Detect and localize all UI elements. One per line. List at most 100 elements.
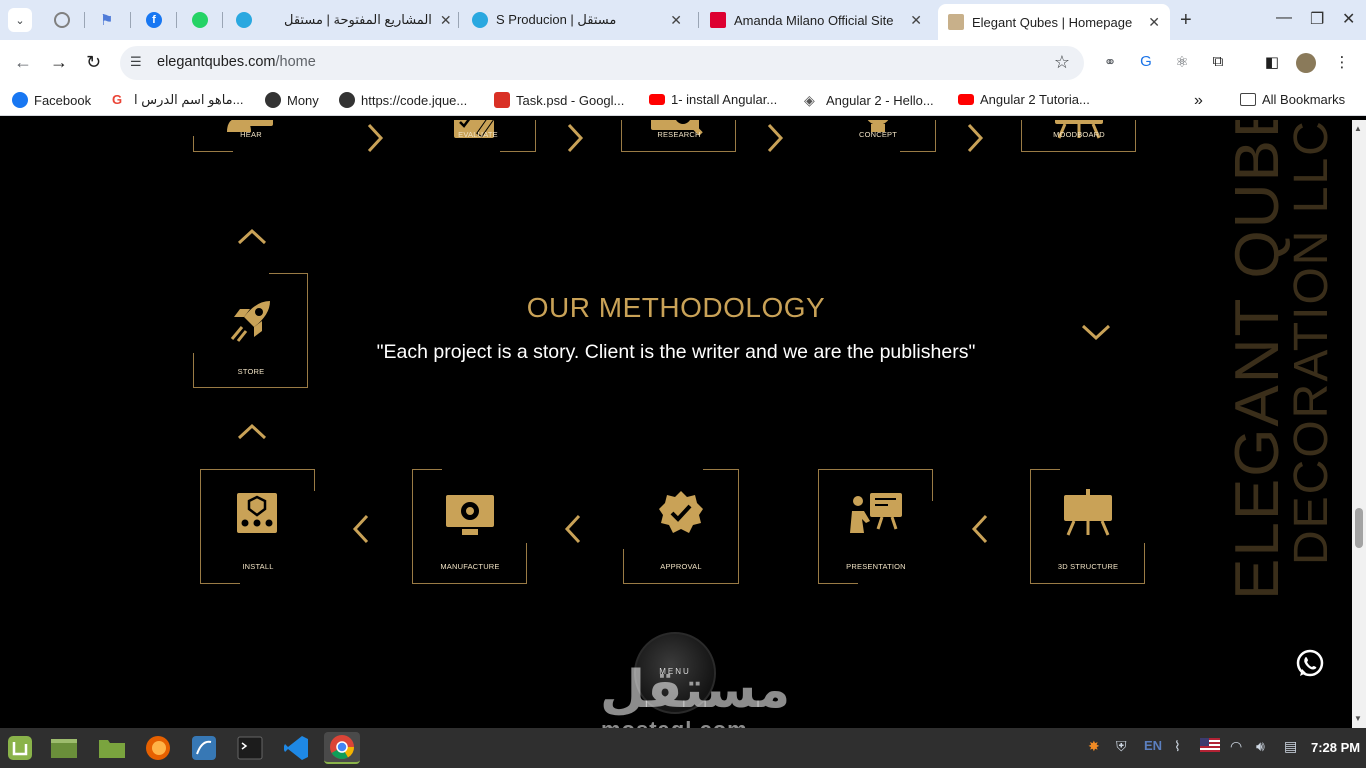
bookmark-angular-tutorial[interactable]: Angular 2 Tutoria...: [958, 92, 1090, 107]
angular-icon: [710, 12, 726, 28]
close-icon[interactable]: ✕: [1148, 14, 1160, 31]
step-concept[interactable]: CONCEPT: [820, 120, 936, 194]
tab-label: S Producion | مستقل: [496, 12, 617, 27]
step-moodboard[interactable]: MOODBOARD: [1021, 120, 1137, 194]
page-scrollbar[interactable]: ▲ ▼: [1352, 120, 1366, 728]
wifi-icon[interactable]: ◠: [1230, 738, 1242, 755]
bookmark-google-lesson[interactable]: G ماهو اسم الدرس ا...: [112, 92, 244, 108]
close-icon[interactable]: ✕: [440, 12, 452, 29]
step-approval[interactable]: APPROVAL: [623, 469, 739, 585]
mysql-workbench-icon[interactable]: [188, 732, 220, 764]
reload-icon[interactable]: ↻: [86, 52, 101, 73]
tab-flag[interactable]: ⚑: [90, 6, 126, 34]
chevron-left-icon: [352, 513, 370, 550]
close-icon[interactable]: ✕: [910, 12, 922, 29]
shield-icon[interactable]: ⛨: [1116, 738, 1127, 755]
step-3d-structure[interactable]: 3D STRUCTURE: [1030, 469, 1146, 585]
scroll-down-icon[interactable]: ▼: [1354, 714, 1362, 723]
vscode-icon[interactable]: [280, 732, 312, 764]
maximize-icon[interactable]: ❐: [1310, 9, 1324, 29]
whatsapp-icon: [192, 12, 208, 28]
step-install[interactable]: INSTALL: [200, 469, 316, 585]
minimize-icon[interactable]: —: [1276, 9, 1292, 27]
step-label: MOODBOARD: [1053, 130, 1105, 139]
profile-avatar[interactable]: [1296, 53, 1316, 73]
install-icon: [237, 493, 277, 533]
tab-chatgpt[interactable]: [44, 6, 80, 34]
step-evaluate[interactable]: EVALUATE: [420, 120, 536, 194]
watermark-arabic: مستقل: [600, 660, 791, 720]
close-icon[interactable]: ✕: [670, 12, 682, 29]
tab-label: Amanda Milano Official Site: [734, 12, 894, 28]
facebook-icon: f: [146, 12, 162, 28]
bookmark-angular-hello[interactable]: ◈ Angular 2 - Hello...: [804, 92, 934, 108]
extensions-puzzle-icon[interactable]: ⧉: [1208, 53, 1228, 73]
scrollbar-thumb[interactable]: [1355, 508, 1363, 548]
update-manager-icon[interactable]: ✸: [1088, 738, 1100, 755]
us-flag-icon[interactable]: [1200, 738, 1220, 755]
manufacture-gear-icon: [446, 495, 494, 535]
bookmark-jquery[interactable]: https://code.jque...: [339, 92, 467, 108]
react-devtools-icon[interactable]: ⚛: [1172, 53, 1192, 73]
chevron-left-icon: [971, 513, 989, 550]
chevron-right-icon: [566, 122, 584, 159]
step-label: STORE: [237, 367, 265, 376]
all-bookmarks-button[interactable]: All Bookmarks: [1240, 92, 1345, 107]
scroll-up-icon[interactable]: ▲: [1354, 124, 1362, 133]
back-icon[interactable]: ←: [14, 52, 32, 73]
step-manufacture[interactable]: MANUFACTURE: [412, 469, 528, 585]
3d-structure-easel-icon: [1064, 489, 1112, 536]
firefox-icon[interactable]: [142, 732, 174, 764]
tab-amanda-milano[interactable]: Amanda Milano Official Site ✕: [700, 6, 932, 34]
tab-facebook[interactable]: f: [136, 6, 172, 34]
clock[interactable]: 7:28 PM: [1311, 740, 1360, 755]
site-icon: [948, 14, 964, 30]
tab-label: Elegant Qubes | Homepage: [972, 14, 1133, 30]
presentation-icon: [850, 493, 902, 533]
chatgpt-icon: [54, 12, 70, 28]
methodology-title: OUR METHODOLOGY: [526, 292, 826, 323]
files-folder-icon[interactable]: [96, 732, 128, 764]
step-store[interactable]: STORE: [193, 273, 309, 389]
keyboard-layout[interactable]: EN: [1144, 738, 1162, 753]
facebook-icon: [12, 92, 28, 108]
step-hear[interactable]: HEAR: [193, 120, 309, 194]
tab-mostaql-projects[interactable]: المشاريع المفتوحة | مستقل ✕: [226, 6, 454, 34]
terminal-icon[interactable]: [234, 732, 266, 764]
bookmark-task-psd[interactable]: Task.psd - Googl...: [494, 92, 624, 108]
chevron-right-icon: [766, 122, 784, 159]
extension-icon[interactable]: ⚭: [1100, 53, 1120, 73]
browser-toolbar: ← → ↻ ☰ elegantqubes.com/home ☆ ⚭ G ⚛ ⧉ …: [0, 40, 1366, 86]
tab-search-button[interactable]: ⌄: [8, 8, 32, 32]
clipboard-icon[interactable]: ▤: [1284, 738, 1297, 755]
volume-icon[interactable]: 🔊︎: [1256, 738, 1265, 755]
forward-icon[interactable]: →: [50, 52, 68, 73]
bookmark-star-icon[interactable]: ☆: [1054, 52, 1070, 73]
mint-menu-icon[interactable]: [4, 732, 36, 764]
translate-icon[interactable]: G: [1136, 53, 1156, 73]
tab-elegant-qubes[interactable]: Elegant Qubes | Homepage ✕: [938, 4, 1170, 40]
step-label: HEAR: [240, 130, 262, 139]
show-desktop-icon[interactable]: [48, 732, 80, 764]
address-bar[interactable]: ☰ elegantqubes.com/home ☆: [120, 46, 1084, 80]
site-info-icon[interactable]: ☰: [130, 54, 148, 72]
chevron-down-icon: [1080, 323, 1112, 346]
chrome-icon[interactable]: [324, 732, 360, 764]
whatsapp-icon[interactable]: [1294, 647, 1326, 679]
bookmark-mony[interactable]: Mony: [265, 92, 319, 108]
menu-kebab-icon[interactable]: ⋮: [1332, 53, 1352, 73]
close-window-icon[interactable]: ✕: [1342, 9, 1355, 29]
globe-icon: [265, 92, 281, 108]
paperclip-icon[interactable]: ⌇: [1174, 738, 1181, 755]
mostaql-icon: [472, 12, 488, 28]
new-tab-button[interactable]: +: [1180, 9, 1192, 32]
step-presentation[interactable]: PRESENTATION: [818, 469, 934, 585]
tab-s-producion[interactable]: S Producion | مستقل ✕: [462, 6, 692, 34]
more-bookmarks-button[interactable]: »: [1194, 92, 1203, 110]
side-panel-icon[interactable]: ◧: [1262, 53, 1282, 73]
step-research[interactable]: RESEARCH: [621, 120, 737, 194]
bookmark-facebook[interactable]: Facebook: [12, 92, 91, 108]
tab-whatsapp[interactable]: [182, 6, 218, 34]
methodology-subtitle: "Each project is a story. Client is the …: [376, 341, 976, 363]
bookmark-install-angular[interactable]: 1- install Angular...: [649, 92, 777, 107]
